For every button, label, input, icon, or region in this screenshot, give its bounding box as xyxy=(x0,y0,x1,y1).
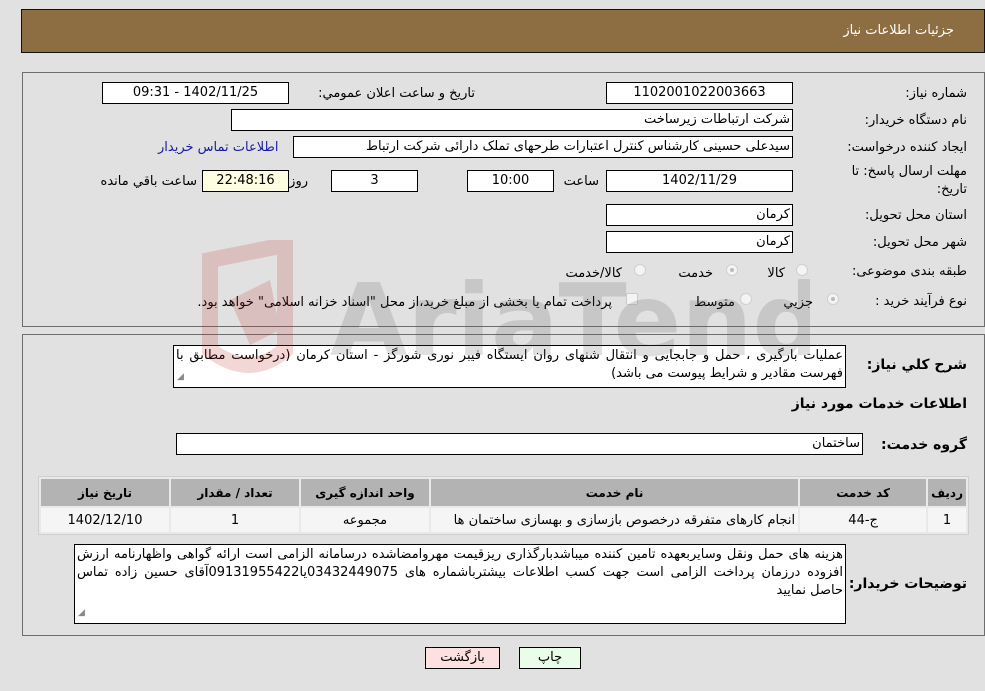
description-text: عملیات بارگیری ، حمل و جابجایی و انتقال … xyxy=(176,348,843,381)
cell-date: 1402/12/10 xyxy=(41,508,169,532)
buyer-org-field[interactable]: شرکت ارتباطات زیرساخت xyxy=(231,109,793,131)
cell-qty: 1 xyxy=(171,508,299,532)
purchase-type-option-minor: جزيي xyxy=(783,295,813,310)
category-radio-goods-service[interactable] xyxy=(634,264,646,276)
services-table-header: ردیف کد خدمت نام خدمت واحد اندازه گیری ت… xyxy=(41,479,966,506)
treasury-checkbox[interactable] xyxy=(626,293,638,305)
treasury-note: پرداخت تمام یا بخشی از مبلغ خرید،از محل … xyxy=(197,295,612,310)
purchase-type-radio-medium[interactable] xyxy=(740,293,752,305)
category-radio-service[interactable] xyxy=(726,264,738,276)
requester-field[interactable]: سیدعلی حسینی کارشناس کنترل اعتبارات طرحه… xyxy=(293,136,793,158)
page-header: جزئیات اطلاعات نیاز xyxy=(21,9,985,53)
buyer-notes-label: توضیحات خریدار: xyxy=(848,576,967,592)
category-option-goods-service: کالا/خدمت xyxy=(565,266,622,281)
cell-unit: مجموعه xyxy=(301,508,429,532)
province-label: استان محل تحویل: xyxy=(865,208,967,223)
remaining-time-field[interactable]: 22:48:16 xyxy=(202,170,289,192)
announce-datetime-label: تاریخ و ساعت اعلان عمومي: xyxy=(318,86,475,101)
deadline-date-field[interactable]: 1402/11/29 xyxy=(606,170,793,192)
category-option-goods: کالا xyxy=(767,266,785,281)
cell-row: 1 xyxy=(928,508,966,532)
page-title: جزئیات اطلاعات نیاز xyxy=(843,23,954,38)
service-group-label: گروه خدمت: xyxy=(881,437,967,453)
remaining-days-field[interactable]: 3 xyxy=(331,170,418,192)
purchase-type-radio-minor[interactable] xyxy=(827,293,839,305)
col-code: کد خدمت xyxy=(800,479,927,506)
resize-handle-icon[interactable]: ◢ xyxy=(177,368,184,386)
buyer-org-label: نام دستگاه خریدار: xyxy=(864,113,967,128)
table-row: 1 ج-44 انجام کارهای متفرقه درخصوص بازساز… xyxy=(41,508,966,532)
print-button[interactable]: چاپ xyxy=(519,647,581,669)
col-qty: تعداد / مقدار xyxy=(171,479,299,506)
purchase-type-option-medium: متوسط xyxy=(694,295,735,310)
buyer-notes-field[interactable]: هزینه های حمل ونقل وسایربعهده تامین کنند… xyxy=(74,544,846,624)
resize-handle-icon[interactable]: ◢ xyxy=(78,604,85,622)
services-section-title: اطلاعات خدمات مورد نیاز xyxy=(791,396,967,412)
category-radio-goods[interactable] xyxy=(796,264,808,276)
col-date: تاریخ نیاز xyxy=(41,479,169,506)
services-table: ردیف کد خدمت نام خدمت واحد اندازه گیری ت… xyxy=(38,476,969,535)
description-label: شرح كلي نياز: xyxy=(866,357,967,373)
deadline-time-label: ساعت xyxy=(563,174,599,189)
category-label: طبقه بندی موضوعی: xyxy=(851,264,967,279)
requester-label: ایجاد کننده درخواست: xyxy=(847,140,967,155)
col-name: نام خدمت xyxy=(431,479,799,506)
need-number-label: شماره نیاز: xyxy=(905,86,967,101)
need-number-field[interactable]: 1102001022003663 xyxy=(606,82,793,104)
deadline-time-field[interactable]: 10:00 xyxy=(467,170,554,192)
deadline-label-line1: مهلت ارسال پاسخ: تا xyxy=(851,164,967,179)
announce-datetime-field[interactable]: 1402/11/25 - 09:31 xyxy=(102,82,289,104)
cell-name: انجام کارهای متفرقه درخصوص بازسازی و بهس… xyxy=(431,508,799,532)
city-label: شهر محل تحویل: xyxy=(872,235,967,250)
purchase-type-label: نوع فرآیند خرید : xyxy=(875,294,967,309)
back-button[interactable]: بازگشت xyxy=(425,647,500,669)
col-row: ردیف xyxy=(928,479,966,506)
city-field[interactable]: کرمان xyxy=(606,231,793,253)
province-field[interactable]: کرمان xyxy=(606,204,793,226)
col-unit: واحد اندازه گیری xyxy=(301,479,429,506)
deadline-label-line2: تاریخ: xyxy=(936,182,967,197)
remaining-time-label: ساعت باقي مانده xyxy=(100,174,197,189)
buyer-contact-link[interactable]: اطلاعات تماس خریدار xyxy=(158,140,278,155)
category-option-service: خدمت xyxy=(678,266,713,281)
buyer-notes-text: هزینه های حمل ونقل وسایربعهده تامین کنند… xyxy=(77,547,844,598)
cell-code: ج-44 xyxy=(800,508,927,532)
service-group-field[interactable]: ساختمان xyxy=(176,433,863,455)
description-field[interactable]: عملیات بارگیری ، حمل و جابجایی و انتقال … xyxy=(173,345,846,388)
